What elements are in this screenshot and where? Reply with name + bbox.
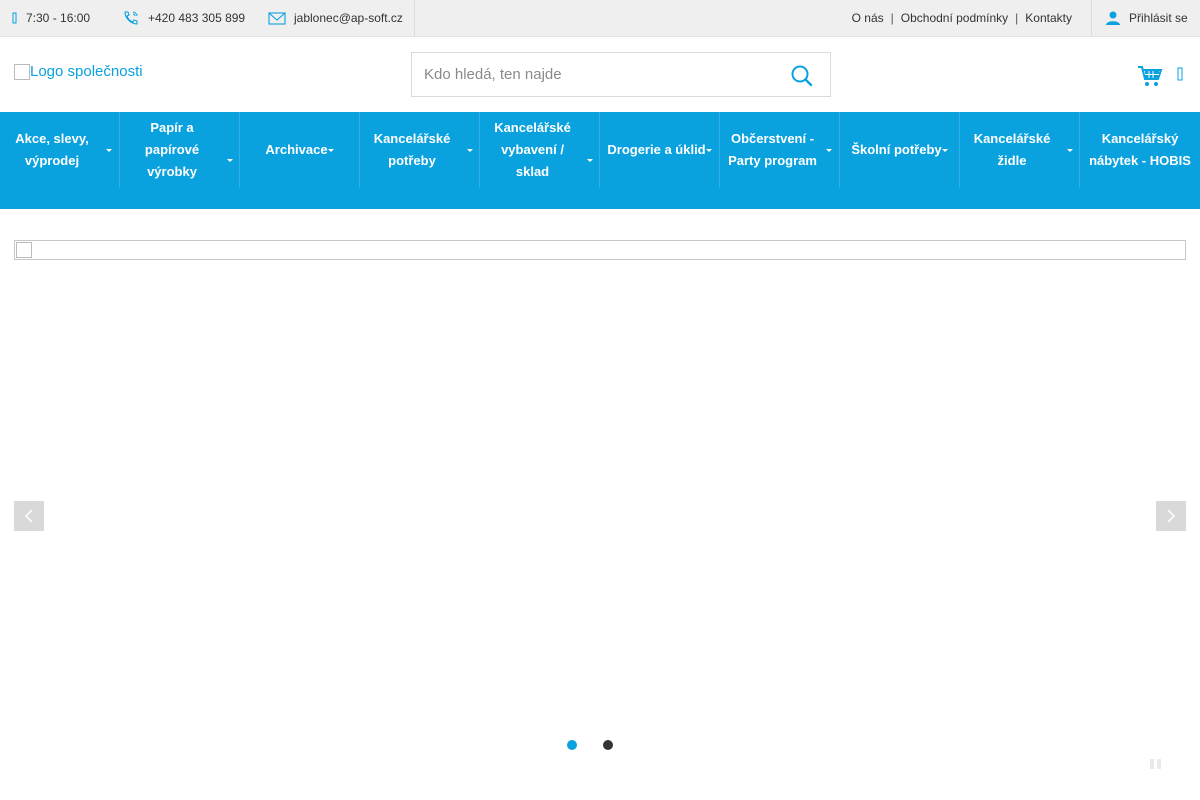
nav-item-kancelarske-vybaveni[interactable]: Kancelářské vybavení / sklad xyxy=(480,112,600,188)
hero-slider[interactable] xyxy=(14,240,1186,260)
nav-item-kancelarske-zidle[interactable]: Kancelářské židle xyxy=(960,112,1080,188)
nav-item-kancelarske-potreby[interactable]: Kancelářské potřeby xyxy=(360,112,480,188)
user-icon xyxy=(1105,10,1121,26)
caret-down-icon xyxy=(826,149,832,152)
pause-icon xyxy=(1150,759,1154,769)
nav-item-label[interactable]: Kancelářské vybavení / sklad xyxy=(490,117,576,183)
phone-icon xyxy=(122,10,140,26)
nav-item-papir[interactable]: Papír a papírové výrobky xyxy=(120,112,240,188)
top-bar: 7:30 - 16:00 +420 483 305 899 jablonec@a… xyxy=(0,0,1200,37)
nav-item-obcerstveni[interactable]: Občerstvení - Party program xyxy=(720,112,840,188)
link-separator: | xyxy=(890,11,894,25)
nav-item-skolni-potreby[interactable]: Školní potřeby xyxy=(840,112,960,188)
envelope-icon xyxy=(268,11,286,25)
caret-down-icon xyxy=(706,149,712,152)
nav-item-label[interactable]: Papír a papírové výrobky xyxy=(137,117,207,183)
chevron-left-icon xyxy=(24,509,33,523)
clock-icon xyxy=(12,12,18,24)
email-text[interactable]: jablonec@ap-soft.cz xyxy=(294,11,403,25)
nav-item-label[interactable]: Školní potřeby xyxy=(851,139,941,161)
nav-item-drogerie[interactable]: Drogerie a úklid xyxy=(600,112,720,188)
menu-icon[interactable] xyxy=(1177,67,1187,87)
main-navigation: Akce, slevy, výprodej Papír a papírové v… xyxy=(0,112,1200,209)
caret-down-icon xyxy=(587,159,593,162)
nav-item-akce[interactable]: Akce, slevy, výprodej xyxy=(0,112,120,188)
slider-prev-button[interactable] xyxy=(14,501,44,531)
phone-contact[interactable]: +420 483 305 899 xyxy=(122,0,245,36)
caret-down-icon xyxy=(1067,149,1073,152)
top-links: O nás | Obchodní podmínky | Kontakty xyxy=(852,0,1072,36)
cart-icon[interactable] xyxy=(1137,65,1163,89)
slider-pause-button[interactable] xyxy=(1150,759,1162,769)
nav-item-label[interactable]: Občerstvení - Party program xyxy=(726,128,820,172)
nav-item-kancelarsky-nabytek[interactable]: Kancelářský nábytek - HOBIS xyxy=(1080,112,1200,188)
nav-item-label[interactable]: Akce, slevy, výprodej xyxy=(10,128,94,172)
caret-down-icon xyxy=(467,149,473,152)
nav-item-archivace[interactable]: Archivace xyxy=(240,112,360,188)
nav-item-label[interactable]: Drogerie a úklid xyxy=(607,139,705,161)
caret-down-icon xyxy=(942,149,948,152)
logo-alt-text[interactable]: Logo společnosti xyxy=(30,63,143,80)
opening-hours: 7:30 - 16:00 xyxy=(12,0,90,36)
search-box xyxy=(411,52,831,97)
nav-item-label[interactable]: Kancelářský nábytek - HOBIS xyxy=(1085,128,1195,172)
nav-item-label[interactable]: Kancelářské potřeby xyxy=(370,128,454,172)
login-label[interactable]: Přihlásit se xyxy=(1129,11,1188,25)
nav-item-label[interactable]: Kancelářské židle xyxy=(970,128,1054,172)
search-input[interactable] xyxy=(412,53,752,96)
company-logo[interactable]: Logo společnosti xyxy=(14,63,143,80)
broken-image-icon xyxy=(14,63,30,80)
contact-info: 7:30 - 16:00 +420 483 305 899 jablonec@a… xyxy=(0,0,415,36)
nav-item-label[interactable]: Archivace xyxy=(265,139,327,161)
chevron-right-icon xyxy=(1167,509,1176,523)
login-button[interactable]: Přihlásit se xyxy=(1091,0,1200,36)
opening-hours-text: 7:30 - 16:00 xyxy=(26,11,91,25)
slider-dot-2[interactable] xyxy=(603,740,613,750)
slider-next-button[interactable] xyxy=(1156,501,1186,531)
link-terms[interactable]: Obchodní podmínky xyxy=(901,11,1008,25)
slider-dot-1[interactable] xyxy=(567,740,577,750)
caret-down-icon xyxy=(328,149,334,152)
broken-image-icon xyxy=(16,242,32,258)
pause-icon xyxy=(1157,759,1161,769)
caret-down-icon xyxy=(106,149,112,152)
link-about[interactable]: O nás xyxy=(852,11,884,25)
search-icon[interactable] xyxy=(790,64,814,88)
link-separator: | xyxy=(1015,11,1019,25)
email-contact[interactable]: jablonec@ap-soft.cz xyxy=(268,0,403,36)
phone-text[interactable]: +420 483 305 899 xyxy=(148,11,245,25)
link-contacts[interactable]: Kontakty xyxy=(1025,11,1072,25)
caret-down-icon xyxy=(227,159,233,162)
